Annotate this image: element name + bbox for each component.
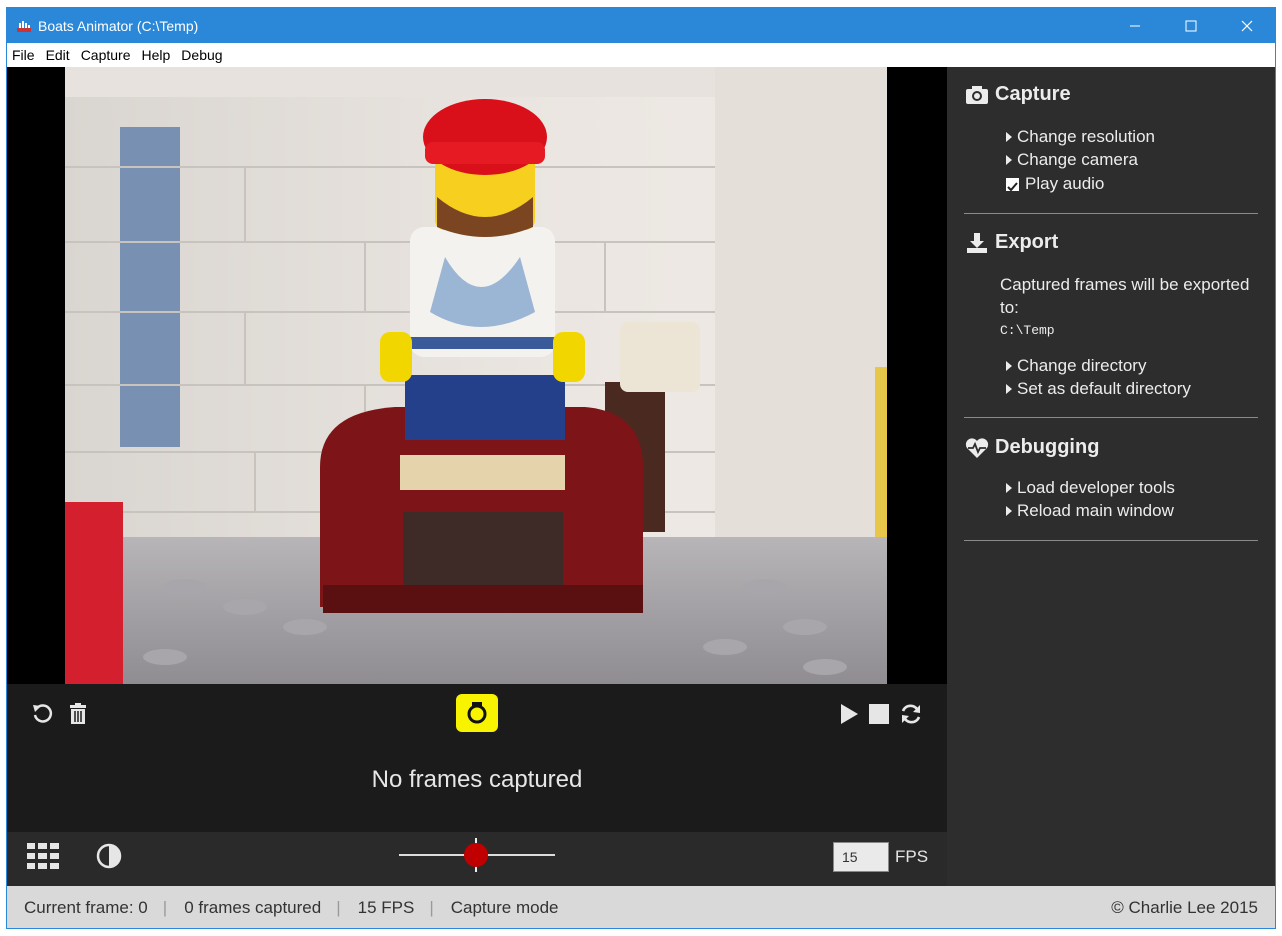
menu-file[interactable]: File <box>7 47 41 63</box>
play-audio-label: Play audio <box>1025 174 1105 193</box>
grid-icon[interactable] <box>27 843 59 874</box>
app-window: Boats Animator (C:\Temp) File Edit Captu… <box>6 7 1276 929</box>
close-button[interactable] <box>1219 8 1275 43</box>
frames-captured-status: 0 frames captured <box>184 897 322 917</box>
playback-bar: FPS <box>7 832 947 886</box>
stop-icon[interactable] <box>869 704 889 729</box>
capture-frame-button[interactable] <box>456 694 498 732</box>
app-icon <box>16 18 32 34</box>
camera-icon <box>965 84 989 106</box>
debugging-section-header: Debugging <box>965 436 1099 459</box>
window-title: Boats Animator (C:\Temp) <box>38 17 199 34</box>
capture-section-header: Capture <box>965 83 1071 106</box>
menu-edit[interactable]: Edit <box>41 47 76 63</box>
camera-icon <box>467 702 487 724</box>
onion-skin-slider-thumb[interactable] <box>464 843 488 867</box>
maximize-button[interactable] <box>1163 8 1219 43</box>
menu-debug[interactable]: Debug <box>176 47 228 63</box>
minimize-icon <box>1130 25 1140 26</box>
export-description: Captured frames will be exported to: <box>1000 275 1250 317</box>
menu-help[interactable]: Help <box>137 47 177 63</box>
status-separator: | <box>336 897 341 917</box>
minimize-button[interactable] <box>1107 8 1163 43</box>
fps-status: 15 FPS <box>357 897 415 917</box>
load-developer-tools-link[interactable]: Load developer tools <box>1006 478 1175 498</box>
reload-main-window-link[interactable]: Reload main window <box>1006 501 1174 521</box>
play-audio-checkbox[interactable]: Play audio <box>1006 174 1104 194</box>
play-icon[interactable] <box>839 703 859 730</box>
status-separator: | <box>162 897 168 917</box>
set-default-directory-link[interactable]: Set as default directory <box>1006 379 1191 399</box>
export-path: C:\Temp <box>1000 323 1055 338</box>
frames-status-message: No frames captured <box>371 766 583 793</box>
undo-icon[interactable] <box>31 702 55 731</box>
trash-icon[interactable] <box>68 702 88 731</box>
section-divider <box>964 417 1258 418</box>
camera-preview <box>7 67 947 684</box>
menu-bar: File Edit Capture Help Debug <box>7 43 1275 67</box>
settings-sidebar: Capture Change resolution Change camera … <box>947 67 1275 886</box>
loop-icon[interactable] <box>899 702 923 731</box>
section-divider <box>964 540 1258 541</box>
heartbeat-icon <box>965 437 989 459</box>
maximize-icon <box>1185 20 1197 31</box>
menu-capture[interactable]: Capture <box>76 47 137 63</box>
copyright-text: © Charlie Lee 2015 <box>1111 897 1258 917</box>
status-separator: | <box>429 897 434 917</box>
change-camera-link[interactable]: Change camera <box>1006 150 1138 170</box>
camera-feed-image <box>65 67 887 684</box>
current-frame-status: Current frame: 0 <box>24 897 148 917</box>
change-resolution-link[interactable]: Change resolution <box>1006 127 1155 147</box>
capture-section-title: Capture <box>995 83 1071 105</box>
close-icon <box>1241 20 1253 31</box>
mode-status: Capture mode <box>450 897 559 917</box>
debugging-section-title: Debugging <box>995 436 1100 458</box>
capture-controls: No frames captured <box>7 684 947 832</box>
export-section-header: Export <box>965 231 1058 254</box>
export-section-title: Export <box>995 231 1059 253</box>
fps-input[interactable] <box>833 842 889 872</box>
change-directory-link[interactable]: Change directory <box>1006 356 1146 376</box>
fps-label: FPS <box>895 847 929 866</box>
title-bar: Boats Animator (C:\Temp) <box>7 8 1275 43</box>
contrast-icon[interactable] <box>95 842 123 875</box>
download-icon <box>965 232 989 254</box>
main-area: No frames captured FPS <box>7 67 1275 886</box>
status-bar: Current frame: 0 | 0 frames captured | 1… <box>7 886 1275 928</box>
section-divider <box>964 213 1258 214</box>
